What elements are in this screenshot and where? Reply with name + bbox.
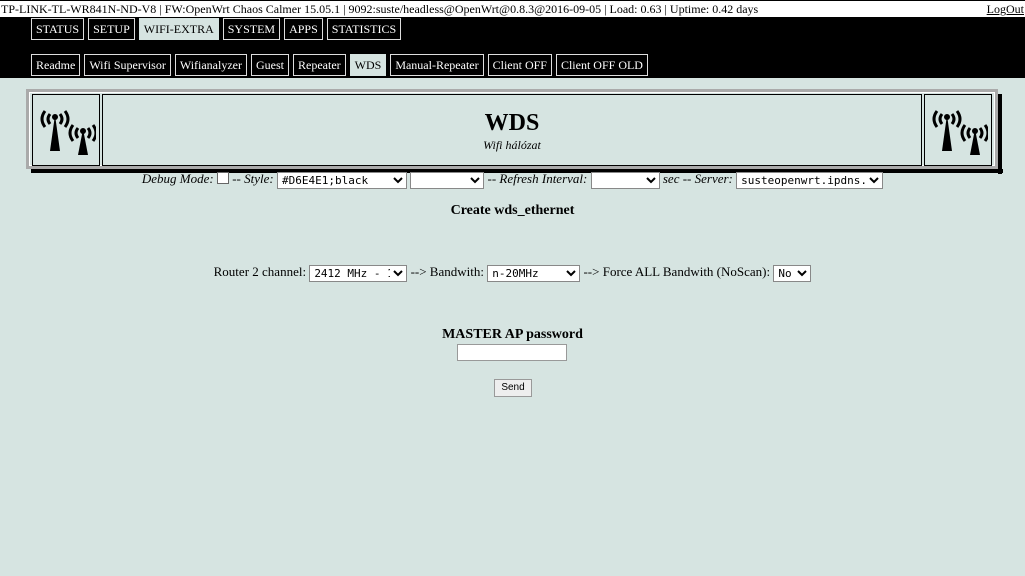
- page-header: WDS Wifi hálózat: [26, 89, 1003, 174]
- router-info: TP-LINK-TL-WR841N-ND-V8 | FW:OpenWrt Cha…: [1, 2, 759, 16]
- wireless-tower-icon: [924, 94, 992, 166]
- menu-tab-setup[interactable]: SETUP: [88, 18, 135, 40]
- submenu-tab-wds[interactable]: WDS: [349, 54, 387, 76]
- menu-tab-wifi-extra[interactable]: WIFI-EXTRA: [138, 18, 219, 40]
- section-title: Create wds_ethernet: [450, 203, 575, 218]
- channel-select[interactable]: 2412 MHz - 1: [309, 264, 408, 282]
- menu-tab-statistics[interactable]: STATISTICS: [326, 18, 402, 40]
- theme-select[interactable]: [410, 171, 485, 189]
- submenu-tab-wifi-supervisor[interactable]: Wifi Supervisor: [84, 54, 171, 76]
- page-title: WDS: [484, 110, 540, 136]
- style-label: -- Style:: [232, 171, 274, 186]
- submenu-tab-guest[interactable]: Guest: [251, 54, 289, 76]
- submenu-tab-manual-repeater[interactable]: Manual-Repeater: [390, 54, 484, 76]
- password-input[interactable]: [457, 344, 567, 361]
- style-select[interactable]: #D6E4E1;black: [276, 171, 407, 189]
- main-menu: STATUS SETUP WIFI-EXTRA SYSTEM APPS STATISTIC…: [31, 18, 402, 40]
- settings-bar: Debug Mode: -- Style: #D6E4E1;black -- R…: [0, 171, 1025, 189]
- password-label: MASTER AP password: [442, 327, 583, 342]
- logout-link[interactable]: LogOut: [987, 1, 1024, 17]
- channel-label: Router 2 channel:: [213, 264, 307, 279]
- refresh-label: -- Refresh Interval:: [487, 171, 588, 186]
- status-line: TP-LINK-TL-WR841N-ND-V8 | FW:OpenWrt Cha…: [0, 1, 1025, 17]
- submenu-tab-readme[interactable]: Readme: [31, 54, 81, 76]
- page-subtitle: Wifi hálózat: [483, 138, 541, 152]
- submenu-tab-repeater[interactable]: Repeater: [293, 54, 346, 76]
- menu-tab-apps[interactable]: APPS: [284, 18, 323, 40]
- debug-label: Debug Mode:: [141, 171, 214, 186]
- server-select[interactable]: susteopenwrt.ipdns.hu: [736, 171, 884, 189]
- server-label: sec -- Server:: [662, 171, 733, 186]
- submenu-tab-client-off-old[interactable]: Client OFF OLD: [555, 54, 648, 76]
- menu-tab-system[interactable]: SYSTEM: [222, 18, 281, 40]
- menu-tab-status[interactable]: STATUS: [31, 18, 85, 40]
- debug-checkbox[interactable]: [216, 172, 229, 185]
- sub-menu: Readme Wifi Supervisor Wifianalyzer Guest Re…: [31, 54, 648, 76]
- top-bar: TP-LINK-TL-WR841N-ND-V8 | FW:OpenWrt Cha…: [0, 0, 1025, 78]
- title-box: WDS Wifi hálózat: [102, 94, 922, 166]
- force-label: --> Force ALL Bandwith (NoScan):: [583, 264, 771, 279]
- refresh-select[interactable]: [590, 171, 660, 189]
- submenu-tab-wifianalyzer[interactable]: Wifianalyzer: [174, 54, 247, 76]
- submenu-tab-client-off[interactable]: Client OFF: [487, 54, 552, 76]
- channel-row: Router 2 channel: 2412 MHz - 1 --> Bandw…: [0, 264, 1025, 282]
- force-select[interactable]: No: [773, 264, 812, 282]
- bandwidth-label: --> Bandwith:: [410, 264, 484, 279]
- wireless-tower-icon: [32, 94, 100, 166]
- send-button[interactable]: Send: [494, 379, 532, 397]
- bandwidth-select[interactable]: n-20MHz: [487, 264, 581, 282]
